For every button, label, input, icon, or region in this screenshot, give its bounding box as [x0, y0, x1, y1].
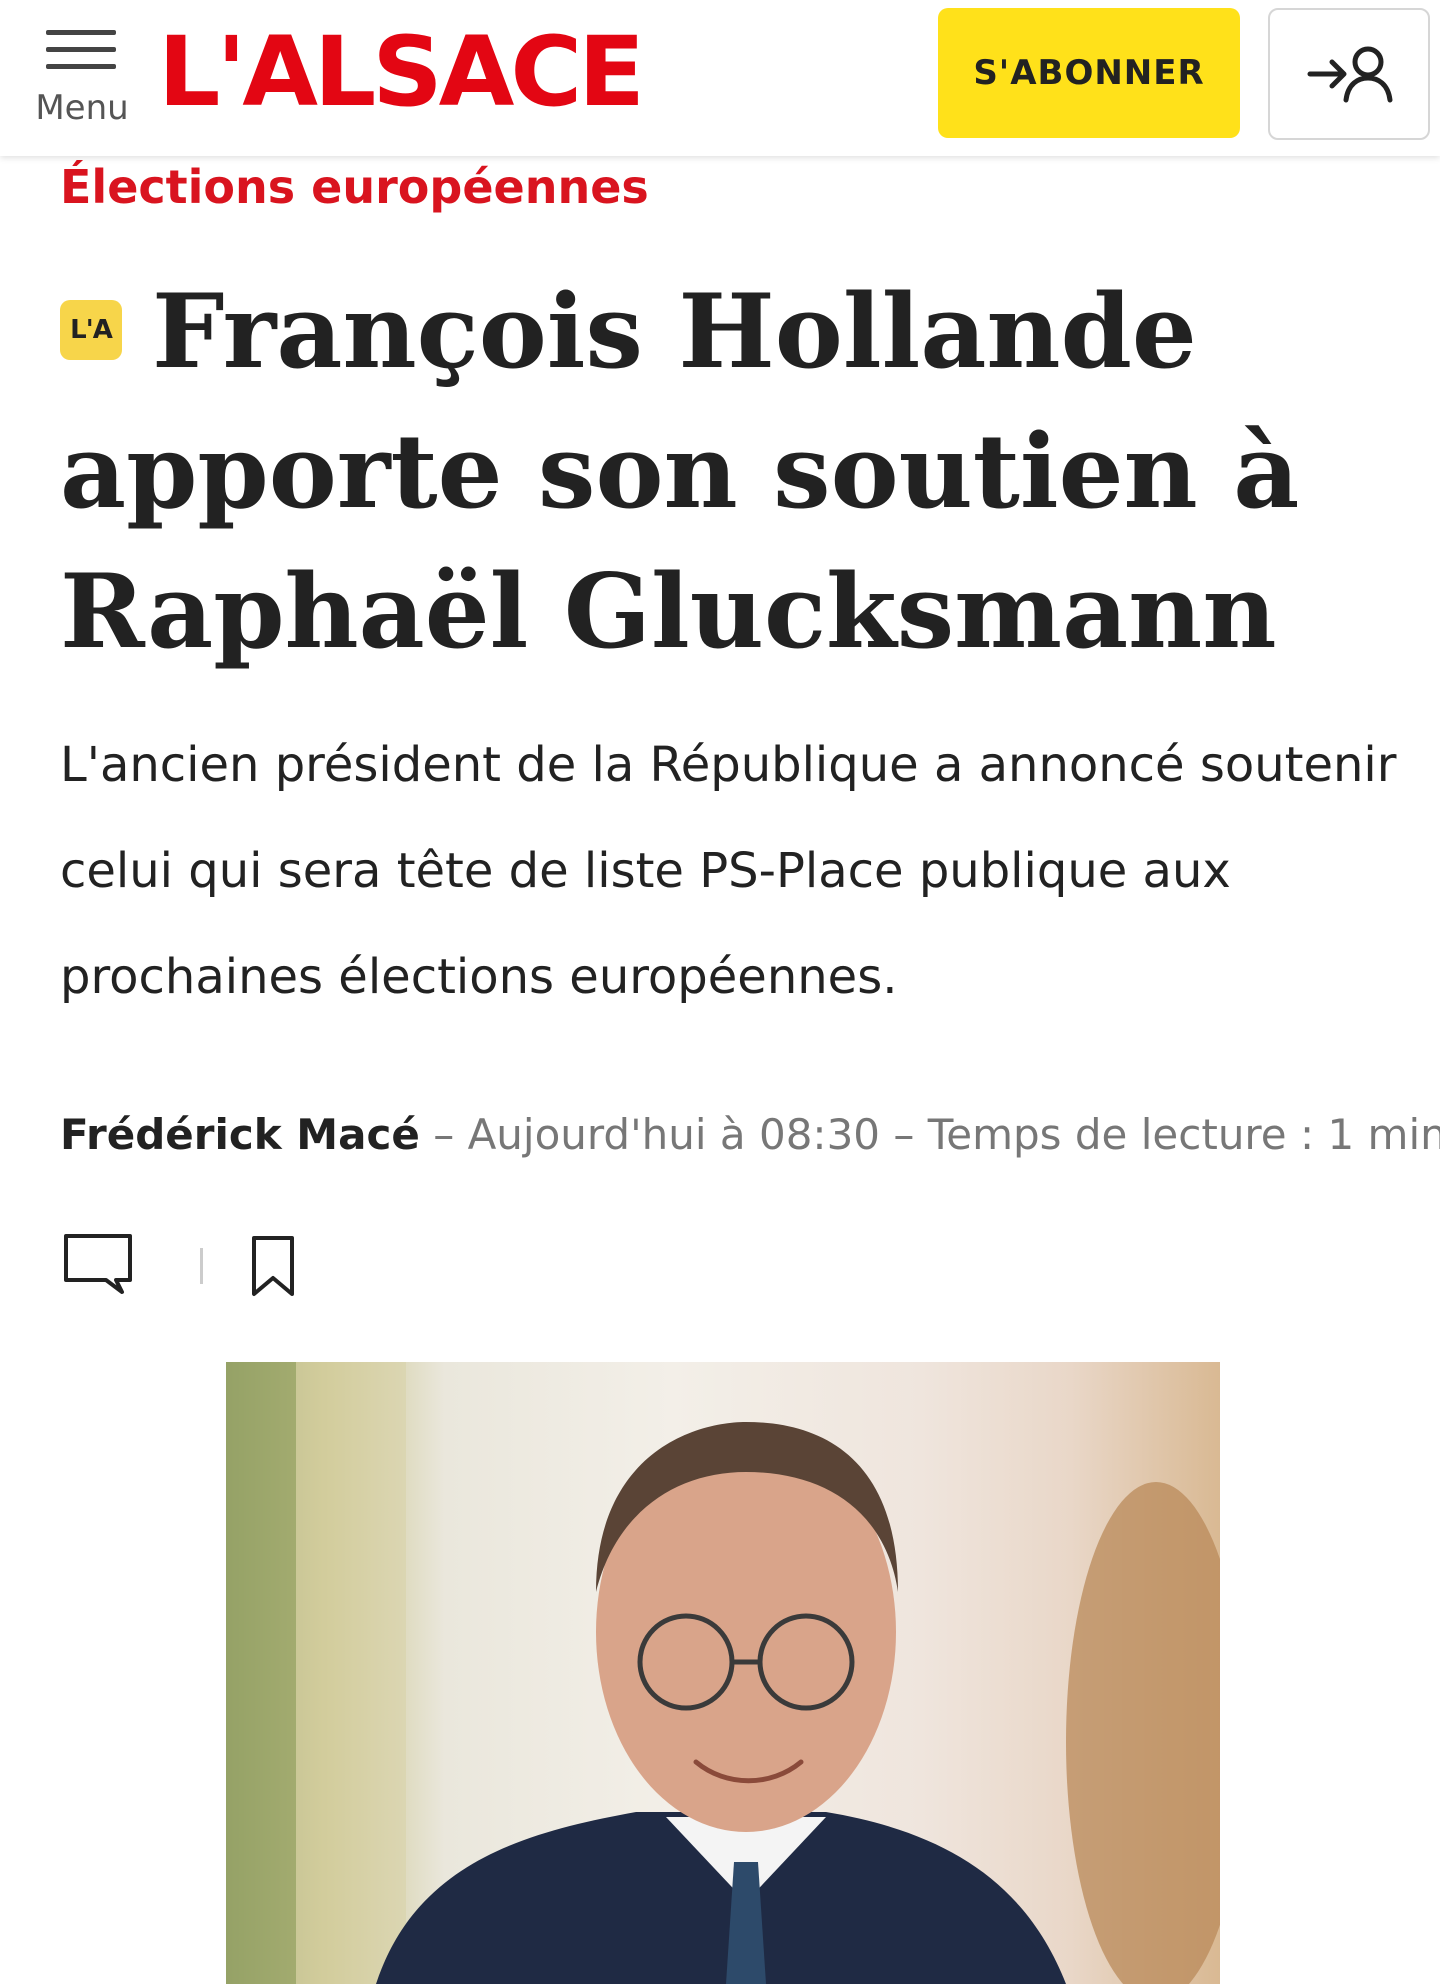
article-title-text: François Hollande apporte son soutien à … [60, 272, 1300, 672]
menu-button[interactable]: Menu [32, 30, 132, 130]
article-byline: Frédérick Macé – Aujourd'hui à 08:30 – T… [60, 1110, 1440, 1159]
comment-icon [64, 1234, 132, 1294]
article-photo[interactable] [226, 1362, 1220, 1984]
portrait-illustration [226, 1362, 1220, 1984]
hamburger-icon-bar [46, 47, 116, 52]
bookmark-icon [252, 1236, 294, 1296]
subscribe-button[interactable]: S'ABONNER [938, 8, 1240, 138]
hamburger-icon [46, 30, 116, 35]
menu-label: Menu [35, 88, 129, 128]
author-name[interactable]: Frédérick Macé [60, 1110, 420, 1159]
article-title: L'A François Hollande apporte son soutien… [60, 262, 1390, 682]
premium-badge: L'A [60, 300, 122, 361]
byline-separator: – [433, 1110, 455, 1159]
login-button[interactable] [1268, 8, 1430, 140]
section-label[interactable]: Élections européennes [60, 160, 649, 214]
publish-date: Aujourd'hui à 08:30 [467, 1110, 881, 1159]
actions-divider [200, 1248, 203, 1284]
bookmark-button[interactable] [248, 1230, 298, 1300]
login-user-icon [1307, 46, 1393, 103]
site-logo[interactable]: L'ALSACE [158, 22, 645, 122]
byline-separator: – [893, 1110, 915, 1159]
hamburger-icon-bar [46, 64, 116, 69]
article-lead: L'ancien président de la République a an… [60, 737, 1397, 1005]
site-header: Menu L'ALSACE S'ABONNER [0, 0, 1440, 156]
reading-time: Temps de lecture : 1 min [927, 1110, 1440, 1159]
comment-button[interactable] [60, 1230, 144, 1300]
